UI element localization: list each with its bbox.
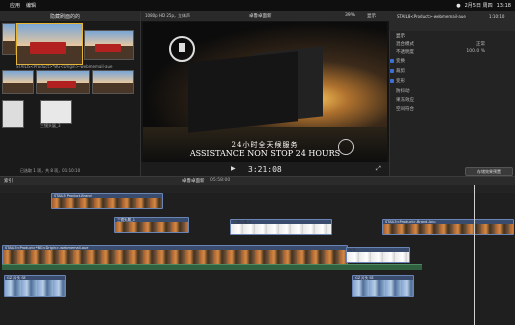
inspector-section: 显示 (396, 34, 405, 39)
distort-label: 变形 (396, 79, 405, 84)
menu-item-app[interactable]: 应用 (10, 2, 20, 9)
inspector-header: STAIL8<Product>-webmemail-aue 1:10:10 (389, 11, 515, 31)
clip-thumbnail[interactable] (2, 23, 16, 55)
browser-title: 隐藏刷面的的 (50, 14, 81, 20)
viewer-project-name: 卓鲁卓面新 (249, 14, 272, 19)
clock-time: 13:18 (496, 2, 511, 9)
viewer-format: 1080p HD 25p，立体声 (145, 13, 190, 18)
blend-mode-label: 混合模式 (396, 42, 414, 47)
timeline-clip[interactable]: 三镜头展_1 (114, 217, 189, 233)
inspector-filename: STAIL8<Product>-webmemail-aue (397, 14, 466, 19)
clip-thumbnail[interactable] (2, 70, 34, 94)
clip-label: STAILIS<Product>*BG<Drigin>-webmemail-au… (16, 64, 113, 69)
crop-label: 裁剪 (396, 69, 405, 74)
timeline-clip[interactable]: GZ 片头 SE (352, 275, 414, 297)
browser-status: 已选取 1 项，共 8 项，01:10:10 (20, 168, 81, 173)
clip-thumbnail[interactable] (84, 30, 134, 60)
opacity-label: 不透明度 (396, 50, 414, 55)
timeline-clip[interactable]: 三镜头展_2 (230, 219, 332, 235)
zoom-level[interactable]: 39% (345, 13, 355, 18)
fullscreen-icon[interactable]: ⤢ (376, 165, 381, 173)
clip-label: 三镜头展_3 (40, 123, 61, 128)
clip-thumbnail[interactable] (92, 70, 134, 94)
display-menu[interactable]: 显示 (367, 13, 376, 19)
brand-logo-icon (169, 36, 195, 62)
playhead[interactable] (474, 185, 475, 325)
clip-thumbnail[interactable] (36, 70, 90, 94)
play-icon[interactable]: ▶ (231, 165, 236, 172)
spatial-conform-label[interactable]: 空间符合 (396, 106, 414, 112)
timeline-clip[interactable]: 片头 (346, 247, 410, 263)
timeline-project-name: 卓鲁卓面新 (182, 179, 205, 184)
timecode-display[interactable]: 3:21:08 (248, 165, 282, 174)
timeline-clip[interactable]: STAIL5 Product-Brand (51, 193, 163, 209)
transform-checkbox[interactable] (390, 59, 394, 63)
opacity-value[interactable]: 100.0 % (466, 49, 485, 54)
transform-label: 变换 (396, 59, 405, 64)
menubar-status-area: ● 2月5日 周四 13:18 (456, 0, 511, 11)
menu-bar: 应用 编辑 ● 2月5日 周四 13:18 (0, 0, 515, 11)
index-button[interactable]: 索引 (4, 178, 13, 184)
clip-thumbnail[interactable] (2, 100, 24, 128)
video-frame[interactable]: 24小时全天候服务 ASSISTANCE NON STOP 24 HOURS (143, 22, 387, 162)
menu-item-edit[interactable]: 编辑 (26, 2, 36, 9)
timeline-clip[interactable]: STAIL5<Product>-Brand-Anu (382, 219, 514, 235)
viewer-header: 1080p HD 25p，立体声 卓鲁卓面新 39% 显示 (141, 11, 389, 21)
clip-thumbnail-selected[interactable] (16, 23, 83, 65)
audio-track[interactable] (2, 264, 422, 270)
stabilization-label[interactable]: 防抖动 (396, 88, 410, 94)
crop-checkbox[interactable] (390, 69, 394, 73)
transform-handle-icon[interactable] (338, 139, 354, 155)
timeline-duration: 05:58:00 (210, 178, 231, 183)
timeline-clip[interactable]: GZ 片头 SE (4, 275, 66, 297)
timeline-ruler[interactable] (0, 185, 515, 193)
rolling-shutter-label[interactable]: 果冻效应 (396, 97, 414, 103)
primary-storyline-clip[interactable]: STAIL5<Product>*BG<Drigin>-webmemail-aue (2, 245, 348, 265)
distort-checkbox[interactable] (390, 79, 394, 83)
clock-date: 2月5日 周四 (464, 3, 493, 9)
clip-thumbnail[interactable] (40, 100, 72, 124)
save-effects-preset-button[interactable]: 存储效果预置 (465, 167, 513, 176)
browser-header: 隐藏刷面的的 (0, 11, 140, 21)
inspector-duration: 1:10:10 (489, 14, 505, 19)
blend-mode-value[interactable]: 正常 (476, 41, 485, 47)
wifi-icon[interactable]: ● (456, 3, 460, 9)
